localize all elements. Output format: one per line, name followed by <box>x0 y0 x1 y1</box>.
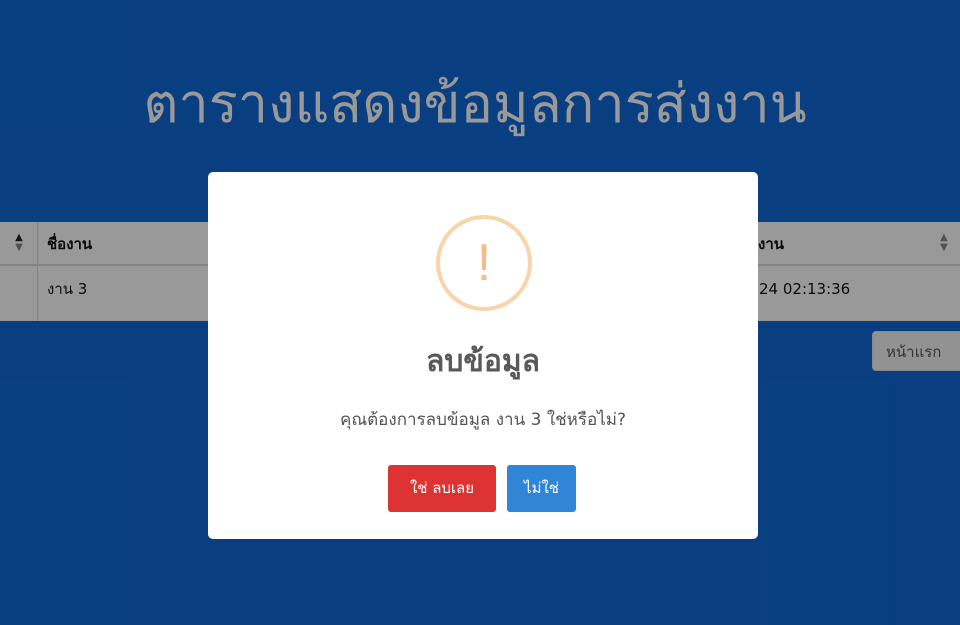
cancel-button[interactable]: ไม่ใช่ <box>507 465 576 512</box>
dialog-message: คุณต้องการลบข้อมูล งาน 3 ใช่หรือไม่? <box>340 410 626 430</box>
warning-icon: ! <box>436 215 532 311</box>
confirm-delete-dialog: ! ลบข้อมูล คุณต้องการลบข้อมูล งาน 3 ใช่ห… <box>208 172 758 539</box>
exclamation-icon: ! <box>476 234 492 292</box>
dialog-title: ลบข้อมูล <box>425 344 541 379</box>
confirm-delete-button[interactable]: ใช่ ลบเลย <box>388 465 496 512</box>
